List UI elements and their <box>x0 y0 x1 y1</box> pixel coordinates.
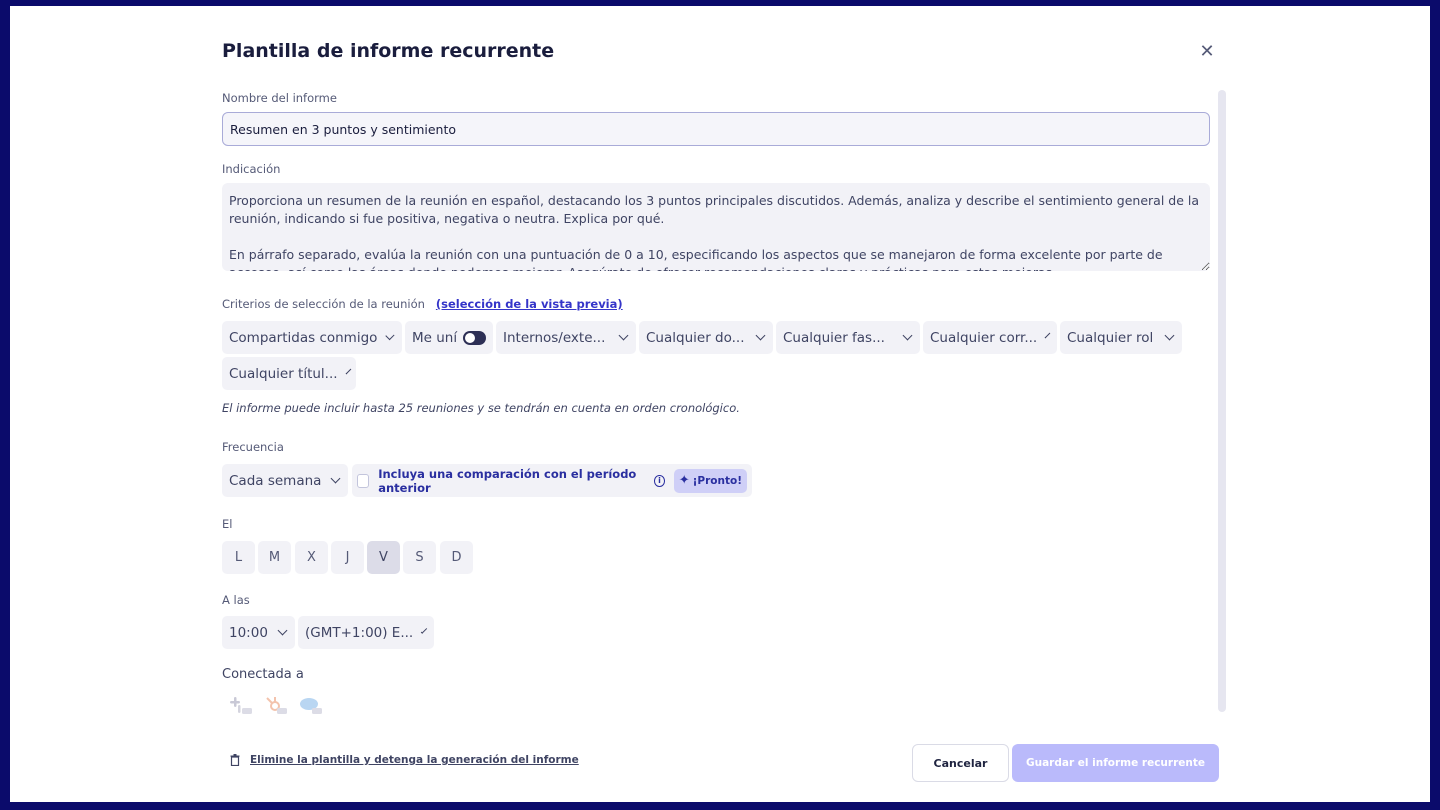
day-tuesday[interactable]: M <box>258 541 291 574</box>
frequency-value: Cada semana <box>229 472 322 489</box>
comparison-option: Incluya una comparación con el período a… <box>352 464 752 497</box>
chevron-down-icon <box>755 330 766 341</box>
preview-selection-link[interactable]: (selección de la vista previa) <box>436 297 623 311</box>
day-wednesday[interactable]: X <box>295 541 328 574</box>
soon-badge: ✦ ¡Pronto! <box>673 468 747 493</box>
criteria-note: El informe puede incluir hasta 25 reunio… <box>222 401 740 415</box>
cancel-button[interactable]: Cancelar <box>912 744 1009 782</box>
filter-any-phase[interactable]: Cualquier fas... <box>776 321 920 354</box>
day-monday[interactable]: L <box>222 541 255 574</box>
report-name-input[interactable] <box>222 112 1210 146</box>
info-icon[interactable]: i <box>654 474 665 487</box>
hour-value: 10:00 <box>229 624 268 641</box>
criteria-label: Criterios de selección de la reunión <box>222 297 425 311</box>
filter-label: Internos/exte... <box>503 329 606 346</box>
sparkle-icon: ✦ <box>678 473 690 488</box>
frequency-select[interactable]: Cada semana <box>222 464 348 497</box>
connected-label: Conectada a <box>222 667 304 682</box>
chevron-down-icon <box>277 625 288 636</box>
timezone-select[interactable]: (GMT+1:00) E... <box>298 616 434 649</box>
comparison-checkbox[interactable] <box>357 473 370 488</box>
prompt-textarea[interactable]: Proporciona un resumen de la reunión en … <box>222 183 1210 271</box>
soon-badge-label: ¡Pronto! <box>692 474 742 487</box>
filter-label: Compartidas conmigo <box>229 329 378 346</box>
name-label: Nombre del informe <box>222 91 337 105</box>
delete-link-label: Elimine la plantilla y detenga la genera… <box>250 754 579 766</box>
scrollbar[interactable] <box>1218 90 1226 712</box>
day-sunday[interactable]: D <box>440 541 473 574</box>
hubspot-icon[interactable] <box>263 695 289 717</box>
hour-select[interactable]: 10:00 <box>222 616 295 649</box>
filter-label: Cualquier títul... <box>229 365 338 382</box>
filter-label: Cualquier do... <box>646 329 745 346</box>
save-recurring-report-button[interactable]: Guardar el informe recurrente <box>1012 744 1219 782</box>
filter-label: Cualquier corr... <box>930 329 1038 346</box>
filter-any-email[interactable]: Cualquier corr... <box>923 321 1057 354</box>
timezone-value: (GMT+1:00) E... <box>305 624 414 641</box>
chevron-down-icon <box>618 330 629 341</box>
chevron-down-icon <box>902 330 913 341</box>
chevron-down-icon <box>385 331 395 340</box>
chevron-down-icon <box>1044 332 1051 339</box>
time-label: A las <box>222 593 250 607</box>
filter-any-title[interactable]: Cualquier títul... <box>222 357 356 390</box>
comparison-text: Incluya una comparación con el período a… <box>378 466 637 495</box>
delete-template-link[interactable]: Elimine la plantilla y detenga la genera… <box>230 754 579 766</box>
modal-title: Plantilla de informe recurrente <box>222 40 555 62</box>
modal-content: Plantilla de informe recurrente ✕ Nombre… <box>222 6 1232 802</box>
salesforce-icon[interactable] <box>298 695 324 717</box>
close-icon[interactable]: ✕ <box>1196 42 1218 64</box>
prompt-label: Indicación <box>222 162 281 176</box>
trash-icon <box>230 754 240 766</box>
chevron-down-icon <box>1164 330 1175 341</box>
chevron-down-icon <box>330 473 341 484</box>
filter-i-joined[interactable]: Me uní <box>405 321 493 354</box>
filter-label: Me uní <box>412 329 458 346</box>
chevron-down-icon <box>421 627 428 634</box>
day-friday[interactable]: V <box>367 541 400 574</box>
slack-icon[interactable] <box>228 695 254 717</box>
day-thursday[interactable]: J <box>331 541 364 574</box>
frequency-label: Frecuencia <box>222 440 284 454</box>
filter-shared-with-me[interactable]: Compartidas conmigo <box>222 321 402 354</box>
recurring-report-modal: Plantilla de informe recurrente ✕ Nombre… <box>10 6 1430 802</box>
filter-any-domain[interactable]: Cualquier do... <box>639 321 773 354</box>
day-saturday[interactable]: S <box>403 541 436 574</box>
criteria-label-row: Criterios de selección de la reunión (se… <box>222 297 623 311</box>
chevron-down-icon <box>345 368 351 375</box>
filter-any-role[interactable]: Cualquier rol <box>1060 321 1182 354</box>
filter-label: Cualquier rol <box>1067 329 1154 346</box>
days-label: El <box>222 517 233 531</box>
toggle-switch[interactable] <box>463 330 486 345</box>
filter-label: Cualquier fas... <box>783 329 885 346</box>
filter-internal-external[interactable]: Internos/exte... <box>496 321 636 354</box>
